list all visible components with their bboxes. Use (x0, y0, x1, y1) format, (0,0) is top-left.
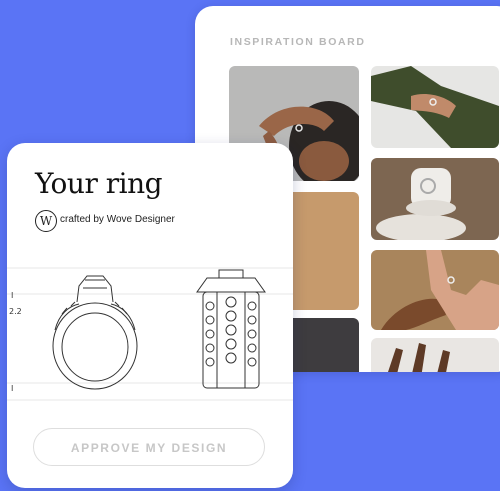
wove-logo-icon: W (35, 210, 57, 232)
card-title: Your ring (35, 167, 163, 200)
svg-text:2.2: 2.2 (9, 307, 22, 316)
board-title: INSPIRATION BOARD (230, 36, 366, 48)
svg-text:I: I (11, 384, 13, 393)
ring-sketch: I 2.2 I (7, 258, 293, 408)
designer-credit: crafted by Wove Designer (60, 214, 175, 225)
inspiration-photo-fingers[interactable] (371, 338, 499, 372)
approve-design-button[interactable]: APPROVE MY DESIGN (33, 428, 265, 466)
inspiration-photo-hands[interactable] (371, 250, 499, 330)
inspiration-photo-green-sleeve[interactable] (371, 66, 499, 148)
your-ring-card: Your ring W crafted by Wove Designer I 2… (7, 143, 293, 488)
inspiration-photo-ring-box[interactable] (371, 158, 499, 240)
svg-text:I: I (11, 291, 13, 300)
